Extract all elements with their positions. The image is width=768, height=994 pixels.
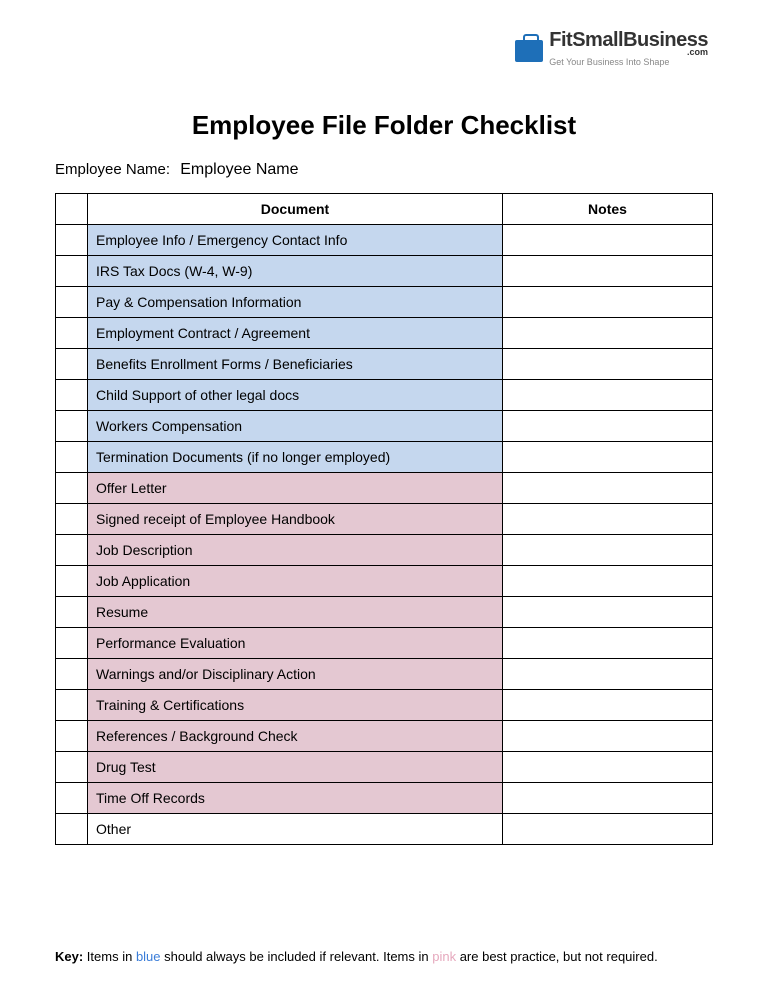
table-row: Training & Certifications: [56, 690, 713, 721]
table-row: References / Background Check: [56, 721, 713, 752]
table-row: Termination Documents (if no longer empl…: [56, 442, 713, 473]
header-check: [56, 194, 88, 225]
notes-cell[interactable]: [503, 473, 713, 504]
notes-cell[interactable]: [503, 721, 713, 752]
check-cell[interactable]: [56, 690, 88, 721]
notes-cell[interactable]: [503, 535, 713, 566]
notes-cell[interactable]: [503, 256, 713, 287]
checklist-table: Document Notes Employee Info / Emergency…: [55, 193, 713, 845]
notes-cell[interactable]: [503, 442, 713, 473]
table-row: Pay & Compensation Information: [56, 287, 713, 318]
table-row: Benefits Enrollment Forms / Beneficiarie…: [56, 349, 713, 380]
brand-logo: FitSmallBusiness.com Get Your Business I…: [515, 30, 708, 67]
table-row: Job Application: [56, 566, 713, 597]
table-row: Other: [56, 814, 713, 845]
table-row: Workers Compensation: [56, 411, 713, 442]
table-row: Resume: [56, 597, 713, 628]
notes-cell[interactable]: [503, 566, 713, 597]
check-cell[interactable]: [56, 256, 88, 287]
check-cell[interactable]: [56, 442, 88, 473]
check-cell[interactable]: [56, 783, 88, 814]
check-cell[interactable]: [56, 380, 88, 411]
employee-name-label: Employee Name:: [55, 161, 170, 178]
document-page: FitSmallBusiness.com Get Your Business I…: [0, 0, 768, 994]
document-cell: Workers Compensation: [88, 411, 503, 442]
table-row: Employee Info / Emergency Contact Info: [56, 225, 713, 256]
notes-cell[interactable]: [503, 349, 713, 380]
table-row: Drug Test: [56, 752, 713, 783]
check-cell[interactable]: [56, 566, 88, 597]
document-cell: Other: [88, 814, 503, 845]
check-cell[interactable]: [56, 597, 88, 628]
notes-cell[interactable]: [503, 814, 713, 845]
key-legend: Key: Items in blue should always be incl…: [55, 949, 713, 964]
check-cell[interactable]: [56, 225, 88, 256]
employee-name-row: Employee Name: Employee Name: [55, 161, 713, 179]
table-row: Offer Letter: [56, 473, 713, 504]
check-cell[interactable]: [56, 628, 88, 659]
notes-cell[interactable]: [503, 504, 713, 535]
logo-text: FitSmallBusiness: [549, 29, 708, 51]
document-cell: Resume: [88, 597, 503, 628]
check-cell[interactable]: [56, 814, 88, 845]
check-cell[interactable]: [56, 659, 88, 690]
check-cell[interactable]: [56, 318, 88, 349]
check-cell[interactable]: [56, 535, 88, 566]
document-cell: Warnings and/or Disciplinary Action: [88, 659, 503, 690]
notes-cell[interactable]: [503, 287, 713, 318]
check-cell[interactable]: [56, 721, 88, 752]
document-cell: Pay & Compensation Information: [88, 287, 503, 318]
notes-cell[interactable]: [503, 783, 713, 814]
check-cell[interactable]: [56, 752, 88, 783]
check-cell[interactable]: [56, 504, 88, 535]
check-cell[interactable]: [56, 411, 88, 442]
notes-cell[interactable]: [503, 380, 713, 411]
document-cell: Job Description: [88, 535, 503, 566]
document-cell: Child Support of other legal docs: [88, 380, 503, 411]
document-cell: Employee Info / Emergency Contact Info: [88, 225, 503, 256]
table-row: Employment Contract / Agreement: [56, 318, 713, 349]
document-cell: Termination Documents (if no longer empl…: [88, 442, 503, 473]
briefcase-icon: [515, 40, 543, 62]
legend-blue: blue: [136, 949, 161, 964]
document-cell: Job Application: [88, 566, 503, 597]
notes-cell[interactable]: [503, 628, 713, 659]
logo-tagline: Get Your Business Into Shape: [549, 58, 708, 67]
check-cell[interactable]: [56, 287, 88, 318]
table-row: Child Support of other legal docs: [56, 380, 713, 411]
document-cell: IRS Tax Docs (W-4, W-9): [88, 256, 503, 287]
document-cell: Employment Contract / Agreement: [88, 318, 503, 349]
table-row: IRS Tax Docs (W-4, W-9): [56, 256, 713, 287]
document-cell: Signed receipt of Employee Handbook: [88, 504, 503, 535]
document-cell: References / Background Check: [88, 721, 503, 752]
legend-pink: pink: [432, 949, 456, 964]
check-cell[interactable]: [56, 473, 88, 504]
header-row: Document Notes: [56, 194, 713, 225]
notes-cell[interactable]: [503, 690, 713, 721]
table-row: Signed receipt of Employee Handbook: [56, 504, 713, 535]
table-row: Warnings and/or Disciplinary Action: [56, 659, 713, 690]
page-title: Employee File Folder Checklist: [55, 110, 713, 141]
document-cell: Performance Evaluation: [88, 628, 503, 659]
table-row: Time Off Records: [56, 783, 713, 814]
header-notes: Notes: [503, 194, 713, 225]
notes-cell[interactable]: [503, 411, 713, 442]
check-cell[interactable]: [56, 349, 88, 380]
notes-cell[interactable]: [503, 318, 713, 349]
employee-name-value: Employee Name: [180, 161, 298, 178]
table-row: Performance Evaluation: [56, 628, 713, 659]
document-cell: Training & Certifications: [88, 690, 503, 721]
document-cell: Offer Letter: [88, 473, 503, 504]
document-cell: Benefits Enrollment Forms / Beneficiarie…: [88, 349, 503, 380]
table-row: Job Description: [56, 535, 713, 566]
notes-cell[interactable]: [503, 752, 713, 783]
header-document: Document: [88, 194, 503, 225]
notes-cell[interactable]: [503, 597, 713, 628]
notes-cell[interactable]: [503, 659, 713, 690]
document-cell: Time Off Records: [88, 783, 503, 814]
document-cell: Drug Test: [88, 752, 503, 783]
notes-cell[interactable]: [503, 225, 713, 256]
